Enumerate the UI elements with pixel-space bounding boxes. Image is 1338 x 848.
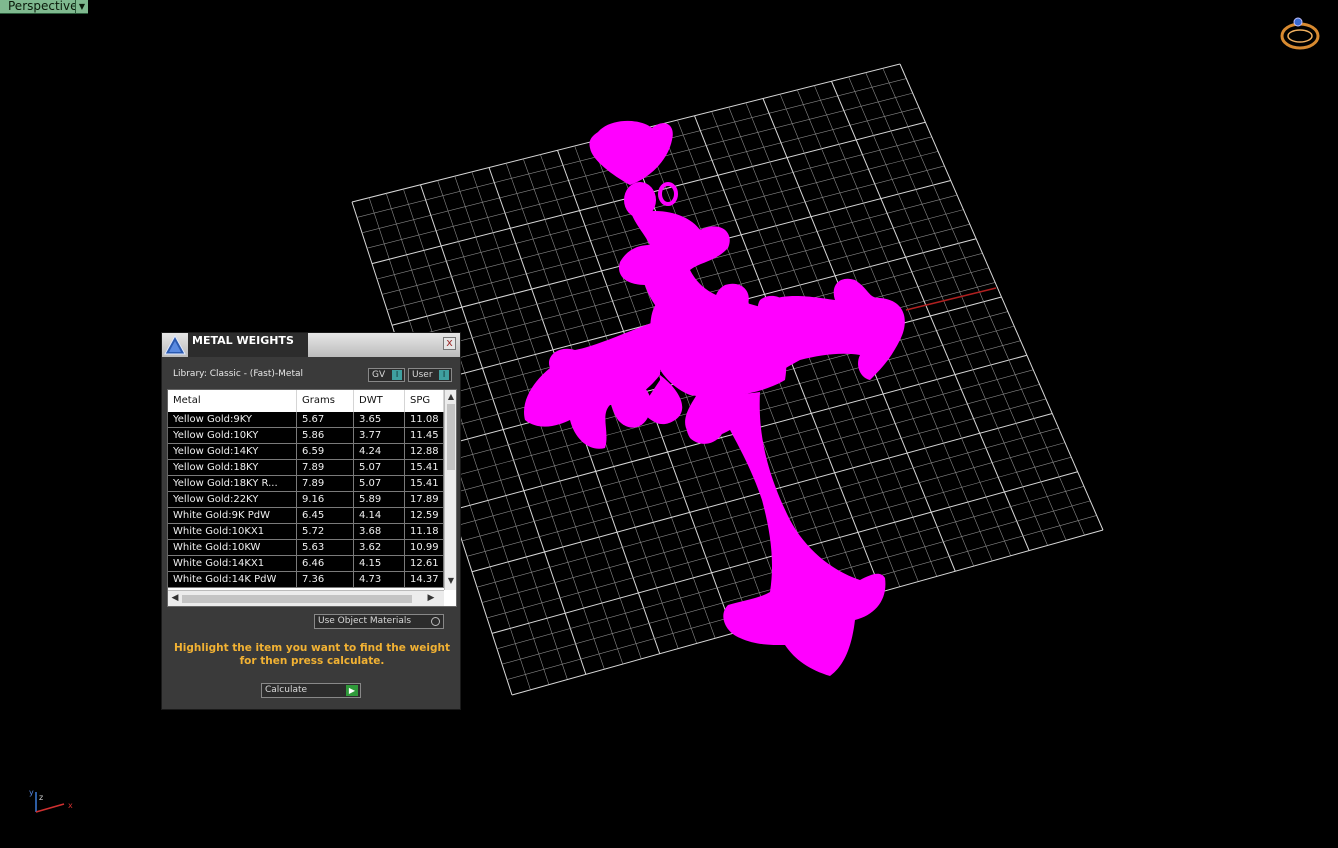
cell-spg: 11.45	[405, 428, 444, 443]
use-object-materials-toggle[interactable]: Use Object Materials	[314, 614, 444, 629]
scroll-up-icon[interactable]: ▲	[445, 392, 456, 402]
table-row[interactable]: Yellow Gold:14KY 6.59 4.24 12.88	[168, 444, 444, 460]
user-toggle[interactable]: User I	[408, 368, 452, 382]
calculate-label: Calculate	[265, 685, 308, 695]
cell-grams: 7.89	[297, 476, 354, 491]
cell-grams: 5.63	[297, 540, 354, 555]
cell-spg: 12.61	[405, 556, 444, 571]
cell-dwt: 5.89	[354, 492, 405, 507]
axis-triad-icon: y z x	[29, 788, 73, 813]
radio-icon	[431, 617, 440, 626]
instruction-text: Highlight the item you want to find the …	[174, 642, 450, 667]
cell-metal: White Gold:10KX1	[168, 524, 297, 539]
cell-grams: 6.45	[297, 508, 354, 523]
cell-dwt: 3.77	[354, 428, 405, 443]
cell-dwt: 3.62	[354, 540, 405, 555]
cell-spg: 11.08	[405, 412, 444, 427]
table-row[interactable]: White Gold:10KX1 5.72 3.68 11.18	[168, 524, 444, 540]
cell-spg: 17.89	[405, 492, 444, 507]
cell-dwt: 3.68	[354, 524, 405, 539]
cell-grams: 5.72	[297, 524, 354, 539]
cell-metal: Yellow Gold:22KY	[168, 492, 297, 507]
ring-navigation-icon[interactable]	[1278, 14, 1322, 52]
panel-header[interactable]: METAL WEIGHTS x	[162, 333, 460, 357]
vertical-scroll-thumb[interactable]	[447, 404, 455, 470]
cell-grams: 5.67	[297, 412, 354, 427]
table-row[interactable]: Yellow Gold:18KY R... 7.89 5.07 15.41	[168, 476, 444, 492]
horizontal-scroll-thumb[interactable]	[182, 595, 412, 603]
table-row[interactable]: White Gold:10KW 5.63 3.62 10.99	[168, 540, 444, 556]
table-row[interactable]: Yellow Gold:18KY 7.89 5.07 15.41	[168, 460, 444, 476]
gv-toggle-label: GV	[372, 370, 386, 380]
cell-spg: 14.37	[405, 572, 444, 587]
table-row[interactable]: White Gold:14KX1 6.46 4.15 12.61	[168, 556, 444, 572]
cell-dwt: 5.07	[354, 476, 405, 491]
cell-dwt: 5.07	[354, 460, 405, 475]
table-row[interactable]: Yellow Gold:9KY 5.67 3.65 11.08	[168, 412, 444, 428]
close-icon[interactable]: x	[443, 337, 456, 350]
cell-metal: White Gold:14K PdW	[168, 572, 297, 587]
scroll-right-icon[interactable]: ▶	[426, 593, 436, 605]
cell-dwt: 4.15	[354, 556, 405, 571]
cell-spg: 12.88	[405, 444, 444, 459]
cell-spg: 15.41	[405, 476, 444, 491]
cell-spg: 11.18	[405, 524, 444, 539]
calculate-button[interactable]: Calculate ▶	[261, 683, 361, 698]
cell-metal: Yellow Gold:14KY	[168, 444, 297, 459]
metal-table: Metal Grams DWT SPG Yellow Gold:9KY 5.67 3…	[167, 389, 457, 607]
cell-spg: 12.59	[405, 508, 444, 523]
table-header: Metal Grams DWT SPG	[168, 390, 444, 413]
user-toggle-indicator: I	[439, 370, 449, 380]
table-row[interactable]: White Gold:9K PdW 6.45 4.14 12.59	[168, 508, 444, 524]
use-object-materials-label: Use Object Materials	[318, 616, 412, 626]
cell-metal: Yellow Gold:18KY	[168, 460, 297, 475]
cell-dwt: 3.65	[354, 412, 405, 427]
cell-dwt: 4.14	[354, 508, 405, 523]
cell-spg: 15.41	[405, 460, 444, 475]
gv-toggle[interactable]: GV I	[368, 368, 405, 382]
cell-grams: 9.16	[297, 492, 354, 507]
app-logo-icon	[164, 335, 186, 355]
axis-z-label: z	[39, 793, 43, 802]
vertical-scrollbar[interactable]: ▲ ▼	[444, 390, 456, 590]
column-header-dwt[interactable]: DWT	[354, 390, 405, 412]
axis-x-label: x	[68, 801, 73, 810]
panel-title: METAL WEIGHTS	[192, 334, 294, 347]
table-row[interactable]: Yellow Gold:22KY 9.16 5.89 17.89	[168, 492, 444, 508]
table-row[interactable]: White Gold:14K PdW 7.36 4.73 14.37	[168, 572, 444, 588]
viewport-name-label: Perspective	[8, 0, 78, 13]
scroll-left-icon[interactable]: ◀	[170, 593, 180, 605]
table-row[interactable]: Yellow Gold:10KY 5.86 3.77 11.45	[168, 428, 444, 444]
cross-pendant-object[interactable]	[524, 120, 905, 676]
column-header-grams[interactable]: Grams	[297, 390, 354, 412]
cell-dwt: 4.73	[354, 572, 405, 587]
cell-grams: 6.59	[297, 444, 354, 459]
column-header-spg[interactable]: SPG	[405, 390, 444, 412]
viewport-menu-chevron-down-icon[interactable]: ▼	[75, 0, 88, 14]
cell-metal: Yellow Gold:9KY	[168, 412, 297, 427]
user-toggle-label: User	[412, 370, 433, 380]
column-header-metal[interactable]: Metal	[168, 390, 297, 412]
cell-dwt: 4.24	[354, 444, 405, 459]
play-icon: ▶	[346, 685, 358, 696]
cell-grams: 7.36	[297, 572, 354, 587]
gv-toggle-indicator: I	[392, 370, 402, 380]
metal-weights-panel: METAL WEIGHTS x Library: Classic - (Fast…	[161, 332, 461, 710]
table-body: Yellow Gold:9KY 5.67 3.65 11.08 Yellow Gold:…	[168, 412, 444, 588]
axis-y-label: y	[29, 788, 34, 797]
scroll-down-icon[interactable]: ▼	[445, 576, 456, 586]
horizontal-scrollbar[interactable]: ◀ ▶	[168, 590, 444, 606]
cell-metal: Yellow Gold:10KY	[168, 428, 297, 443]
cell-grams: 5.86	[297, 428, 354, 443]
cell-metal: Yellow Gold:18KY R...	[168, 476, 297, 491]
cell-metal: White Gold:14KX1	[168, 556, 297, 571]
library-label: Library: Classic - (Fast)-Metal	[173, 369, 304, 379]
cell-spg: 10.99	[405, 540, 444, 555]
cell-metal: White Gold:9K PdW	[168, 508, 297, 523]
viewport-name-tab[interactable]: Perspective	[0, 0, 87, 14]
cell-grams: 7.89	[297, 460, 354, 475]
cell-metal: White Gold:10KW	[168, 540, 297, 555]
cell-grams: 6.46	[297, 556, 354, 571]
